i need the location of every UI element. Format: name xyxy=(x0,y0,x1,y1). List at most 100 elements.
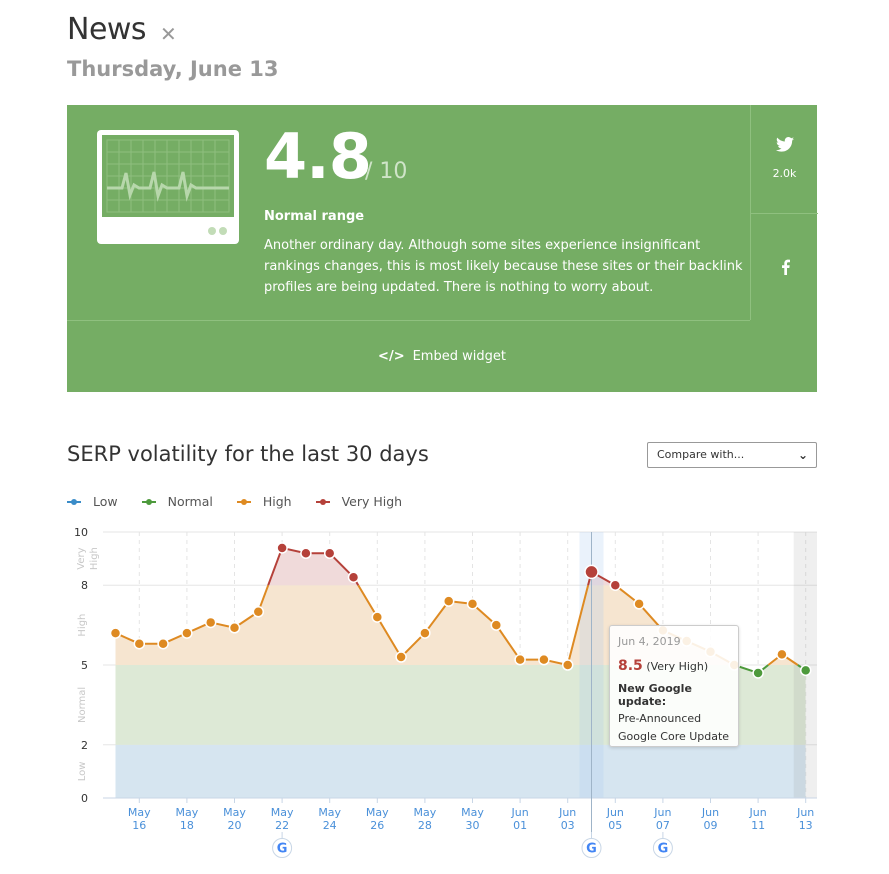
chart-legend: Low Normal High Very High xyxy=(67,494,426,509)
x-tick-label: May xyxy=(128,806,151,819)
band-label: High xyxy=(89,547,100,570)
band-very-high xyxy=(115,547,806,586)
legend-label-high: High xyxy=(262,494,292,509)
x-tick-label: 16 xyxy=(132,819,146,832)
data-point xyxy=(204,616,217,629)
x-tick-label: Jun xyxy=(511,806,529,819)
data-point xyxy=(323,547,336,560)
data-point xyxy=(419,627,431,639)
volatility-score: 4.8 xyxy=(264,120,372,193)
band-label: Normal xyxy=(77,687,88,723)
google-icon: G xyxy=(658,842,669,857)
embed-widget-button[interactable]: </> Embed widget xyxy=(67,321,817,392)
x-tick-label: Jun xyxy=(749,806,767,819)
legend-marker-very-high xyxy=(315,498,330,505)
legend-item-low[interactable]: Low xyxy=(67,494,118,509)
google-icon: G xyxy=(586,842,597,857)
legend-marker-low xyxy=(67,498,81,505)
legend-item-very-high[interactable]: Very High xyxy=(315,494,403,509)
close-icon[interactable]: ✕ xyxy=(160,22,177,46)
y-tick-label: 10 xyxy=(74,526,88,539)
band-label: Very xyxy=(76,547,87,569)
data-point xyxy=(752,667,764,679)
data-point xyxy=(466,598,479,610)
data-point xyxy=(561,659,574,671)
score-max: / 10 xyxy=(365,159,408,184)
embed-widget-label: Embed widget xyxy=(412,349,506,364)
data-point xyxy=(109,627,122,639)
data-point xyxy=(490,619,503,631)
y-tick-label: 8 xyxy=(81,579,88,592)
x-tick-label: Jun xyxy=(796,806,814,819)
chart-title: SERP volatility for the last 30 days xyxy=(67,442,429,466)
x-tick-label: May xyxy=(176,806,199,819)
band-low xyxy=(115,744,806,798)
x-tick-label: Jun xyxy=(701,806,719,819)
data-point xyxy=(181,627,193,639)
data-point xyxy=(347,571,360,583)
legend-item-high[interactable]: High xyxy=(236,494,292,509)
y-tick-label: 0 xyxy=(81,792,88,805)
legend-label-low: Low xyxy=(93,494,118,509)
tooltip-value: 8.5 xyxy=(618,658,643,674)
chart-tooltip: Jun 4, 2019 8.5 (Very High) New Google u… xyxy=(609,625,739,747)
data-point xyxy=(371,611,384,623)
legend-label-very-high: Very High xyxy=(341,494,403,509)
legend-marker-high xyxy=(236,498,251,505)
twitter-share-button[interactable]: 2.0k xyxy=(751,105,818,214)
google-icon: G xyxy=(277,842,288,857)
x-tick-label: 05 xyxy=(608,819,622,832)
data-point xyxy=(799,664,812,677)
x-tick-label: 28 xyxy=(418,819,432,832)
x-tick-label: 30 xyxy=(466,819,480,832)
data-point xyxy=(442,595,455,607)
twitter-icon xyxy=(776,137,794,152)
compare-with-dropdown[interactable]: Compare with... ⌄ xyxy=(647,442,817,468)
legend-item-normal[interactable]: Normal xyxy=(141,494,213,509)
x-tick-label: May xyxy=(414,806,437,819)
x-tick-label: 26 xyxy=(370,819,384,832)
x-tick-label: 09 xyxy=(704,819,718,832)
x-tick-label: May xyxy=(223,806,246,819)
data-point xyxy=(514,653,526,666)
heart-monitor-icon xyxy=(97,130,239,244)
x-tick-label: 18 xyxy=(180,819,194,832)
data-point xyxy=(228,622,241,634)
x-tick-label: 01 xyxy=(513,819,527,832)
tooltip-update-line-1: Pre-Announced xyxy=(618,712,702,725)
x-tick-label: 03 xyxy=(561,819,575,832)
x-tick-label: 13 xyxy=(799,819,813,832)
data-point xyxy=(395,651,407,663)
x-tick-label: May xyxy=(461,806,484,819)
x-tick-label: Jun xyxy=(653,806,671,819)
range-label: Normal range xyxy=(264,209,365,224)
legend-label-normal: Normal xyxy=(167,494,213,509)
x-tick-label: 22 xyxy=(275,819,289,832)
data-point xyxy=(133,637,146,650)
data-point xyxy=(538,653,550,666)
data-point xyxy=(584,564,599,580)
data-point xyxy=(252,606,265,618)
volatility-chart[interactable]: 025810LowNormalHighVery HighMay16May18May… xyxy=(0,515,889,874)
code-icon: </> xyxy=(378,349,405,364)
volatility-score-card: 4.8 / 10 Normal range Another ordinary d… xyxy=(67,105,818,392)
y-tick-label: 2 xyxy=(81,739,88,752)
x-tick-label: May xyxy=(271,806,294,819)
x-tick-label: 07 xyxy=(656,819,670,832)
score-panel: 4.8 / 10 Normal range Another ordinary d… xyxy=(67,105,750,321)
band-label: Low xyxy=(77,762,88,782)
tooltip-update-title: New Google update: xyxy=(618,682,692,708)
x-tick-label: 24 xyxy=(323,819,337,832)
data-point xyxy=(300,547,312,560)
band-label: High xyxy=(77,614,88,637)
data-point xyxy=(609,579,622,591)
facebook-share-button[interactable] xyxy=(751,214,818,320)
y-tick-label: 5 xyxy=(81,659,88,672)
data-point xyxy=(276,542,288,554)
compare-with-value: Compare with... xyxy=(657,448,745,461)
x-tick-label: 11 xyxy=(751,819,765,832)
x-tick-label: 20 xyxy=(228,819,242,832)
twitter-share-count: 2.0k xyxy=(772,167,797,180)
legend-marker-normal xyxy=(141,498,156,505)
facebook-icon xyxy=(782,259,790,275)
